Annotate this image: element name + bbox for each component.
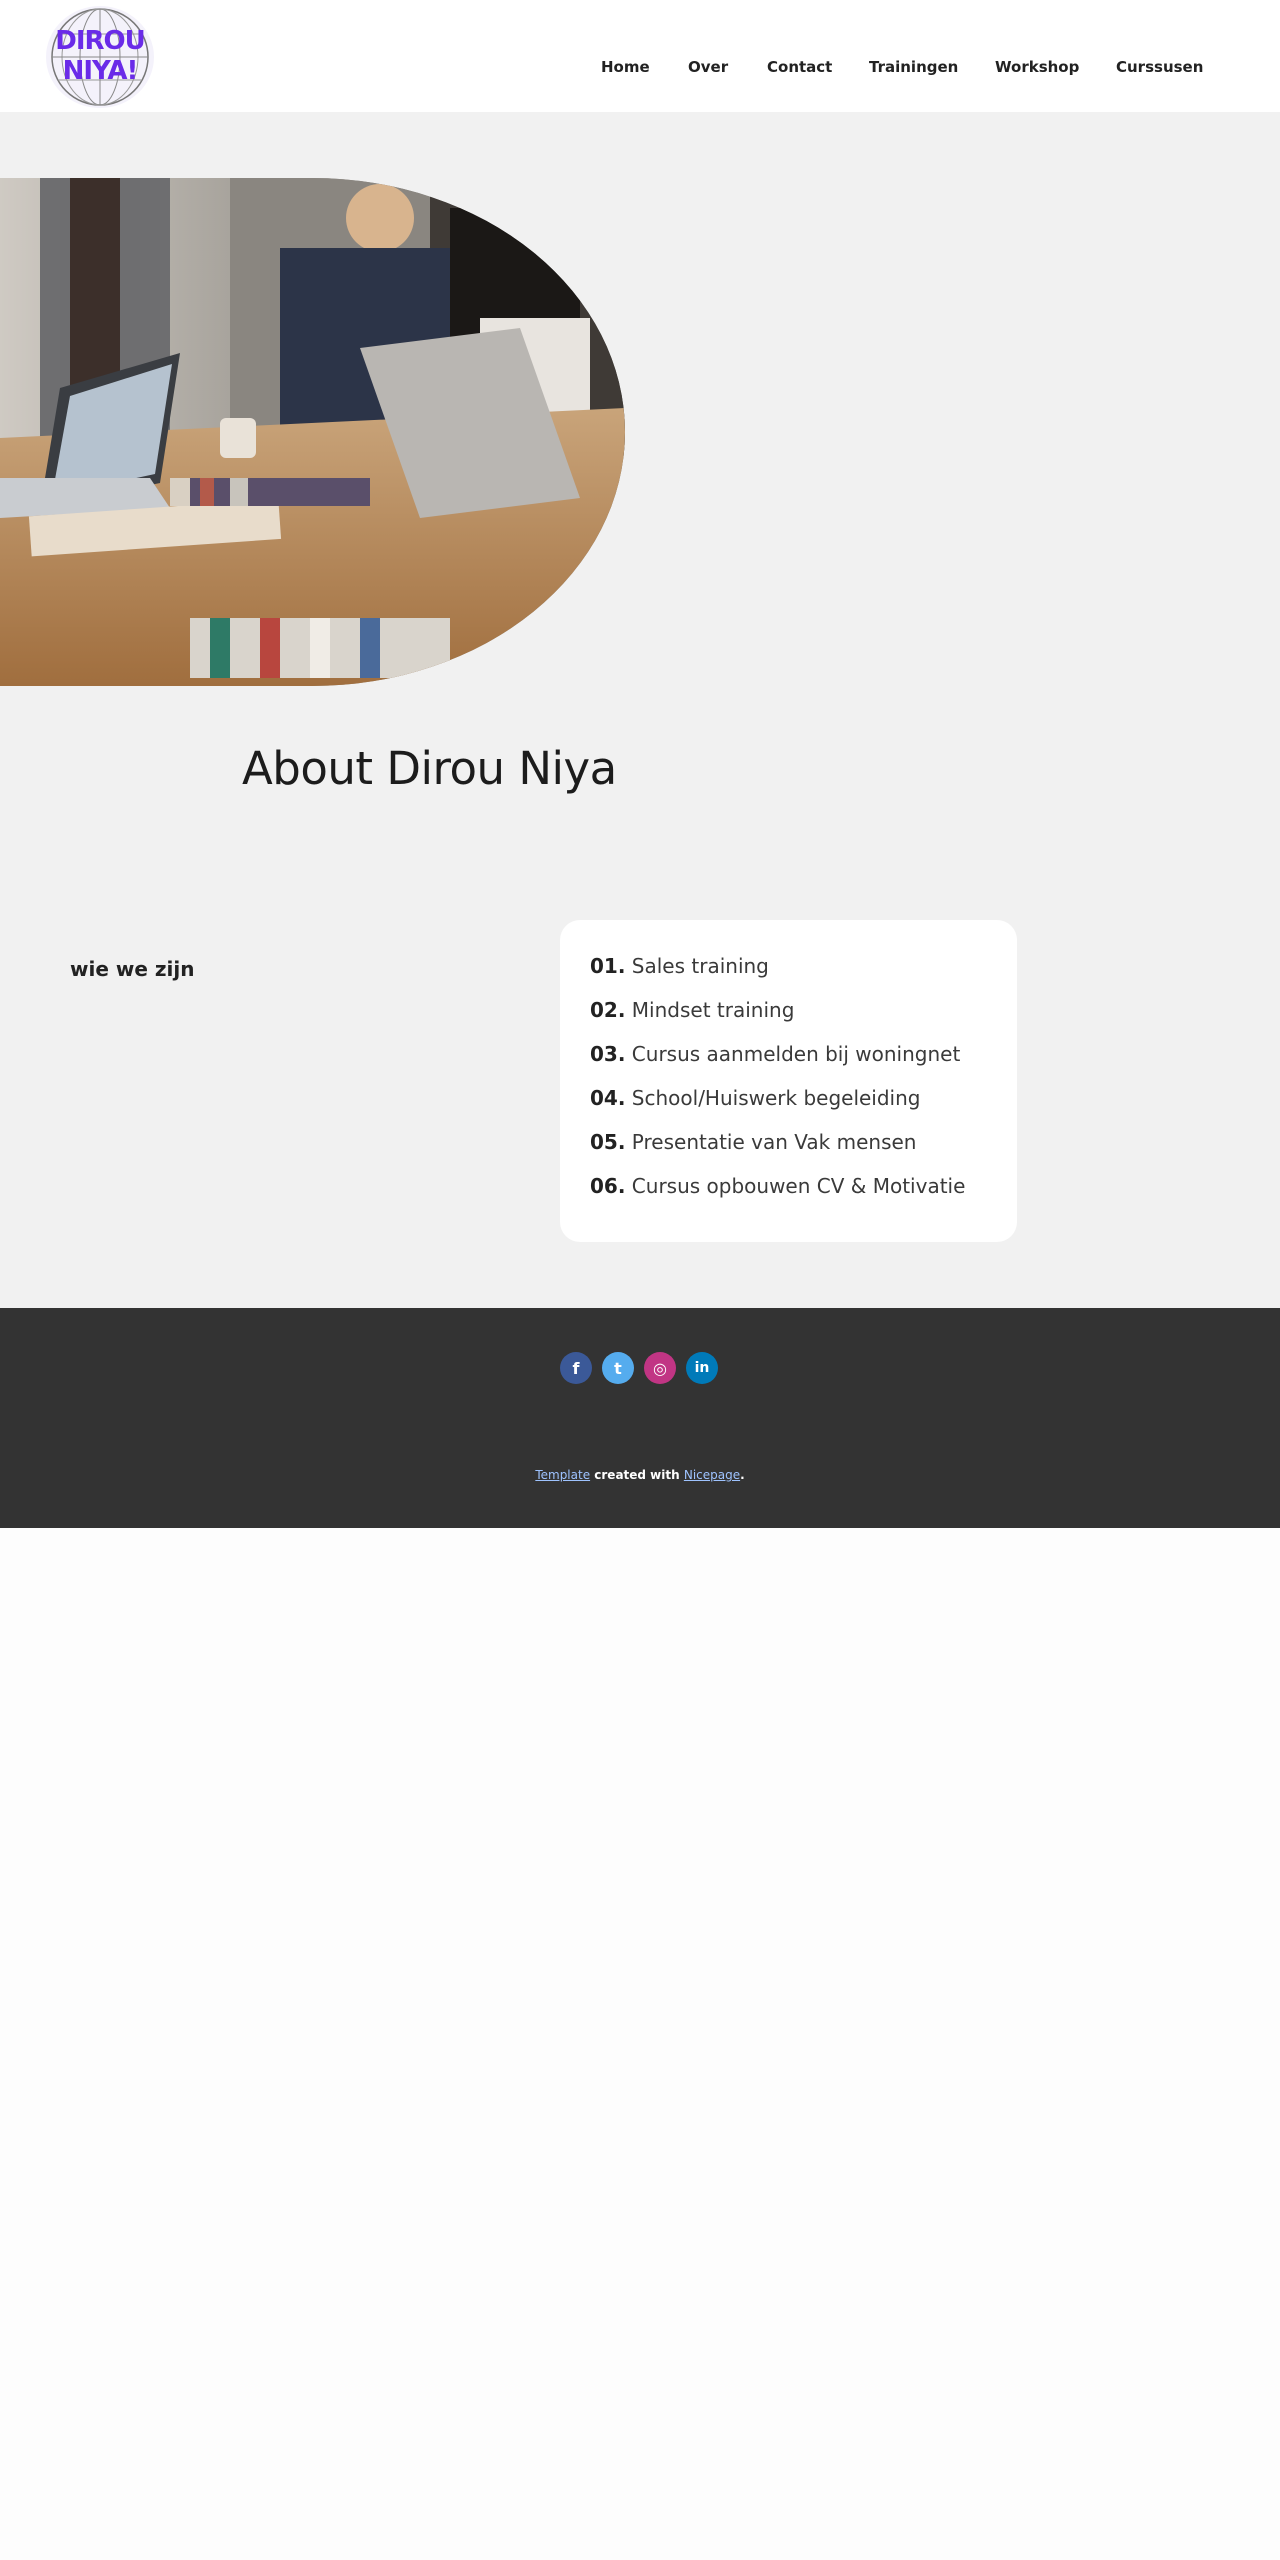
item-number: 02. [590, 998, 626, 1022]
list-item: 05. Presentatie van Vak mensen [590, 1130, 965, 1174]
social-links: f t ◎ in [560, 1352, 718, 1384]
nicepage-link[interactable]: Nicepage [684, 1468, 740, 1482]
list-item: 03. Cursus aanmelden bij woningnet [590, 1042, 965, 1086]
nav-over[interactable]: Over [688, 58, 728, 76]
services-card: 01. Sales training 02. Mindset training … [560, 920, 1017, 1242]
meeting-photo [0, 178, 625, 686]
item-number: 01. [590, 954, 626, 978]
item-label: School/Huiswerk begeleiding [631, 1086, 921, 1110]
linkedin-icon[interactable]: in [686, 1352, 718, 1384]
logo-text-line1: DIROU [55, 26, 146, 56]
item-label: Sales training [631, 954, 769, 978]
services-list: 01. Sales training 02. Mindset training … [590, 954, 965, 1218]
logo-text-line2: NIYA! [62, 56, 139, 86]
about-title: About Dirou Niya [242, 742, 617, 795]
credit-end: . [740, 1468, 745, 1482]
list-item: 02. Mindset training [590, 998, 965, 1042]
item-number: 06. [590, 1174, 626, 1198]
item-number: 05. [590, 1130, 626, 1154]
item-label: Cursus aanmelden bij woningnet [631, 1042, 961, 1066]
nav-workshop[interactable]: Workshop [995, 58, 1079, 76]
list-item: 01. Sales training [590, 954, 965, 998]
footer-credit: Template created with Nicepage. [0, 1468, 1280, 1482]
hero-image [0, 178, 625, 686]
twitter-icon[interactable]: t [602, 1352, 634, 1384]
credit-text: created with [590, 1468, 684, 1482]
nav-home[interactable]: Home [601, 58, 650, 76]
item-label: Presentatie van Vak mensen [631, 1130, 917, 1154]
nav-trainingen[interactable]: Trainingen [869, 58, 958, 76]
item-number: 04. [590, 1086, 626, 1110]
list-item: 04. School/Huiswerk begeleiding [590, 1086, 965, 1130]
item-label: Mindset training [631, 998, 795, 1022]
item-number: 03. [590, 1042, 626, 1066]
list-item: 06. Cursus opbouwen CV & Motivatie [590, 1174, 965, 1218]
nav-contact[interactable]: Contact [767, 58, 832, 76]
intro-label: wie we zijn [70, 957, 195, 981]
facebook-icon[interactable]: f [560, 1352, 592, 1384]
site-header: DIROU NIYA! Home Over Contact Trainingen… [0, 0, 1280, 112]
site-footer: f t ◎ in Template created with Nicepage. [0, 1308, 1280, 1528]
nav-curssusen[interactable]: Curssusen [1116, 58, 1203, 76]
template-link[interactable]: Template [535, 1468, 590, 1482]
item-label: Cursus opbouwen CV & Motivatie [631, 1174, 966, 1198]
main-section: About Dirou Niya wie we zijn 01. Sales t… [0, 112, 1280, 1308]
instagram-icon[interactable]: ◎ [644, 1352, 676, 1384]
logo[interactable]: DIROU NIYA! [46, 6, 154, 108]
